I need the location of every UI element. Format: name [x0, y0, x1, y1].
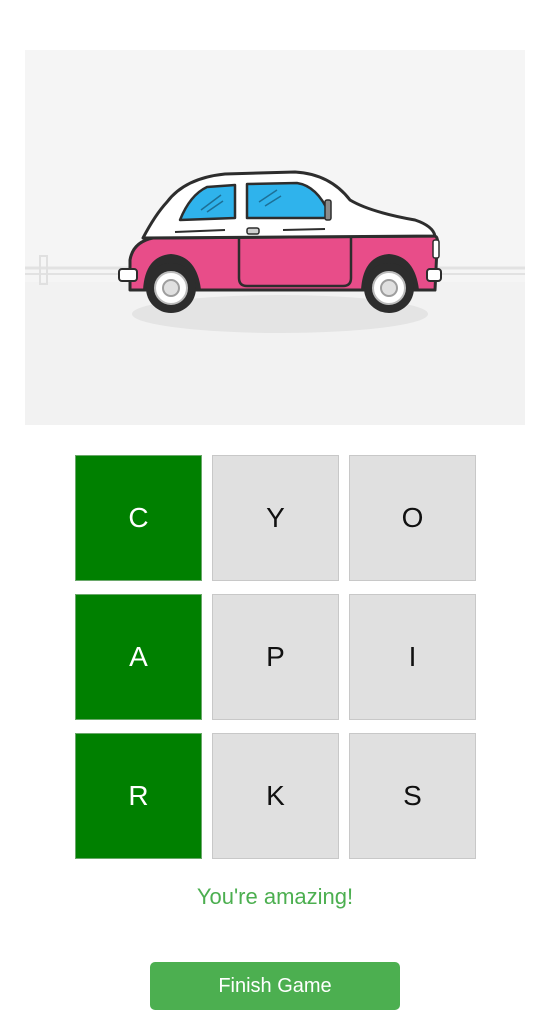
letter-tile[interactable]: O: [349, 455, 476, 581]
letter-tile[interactable]: K: [212, 733, 339, 859]
letter-tile[interactable]: P: [212, 594, 339, 720]
letter-tile[interactable]: C: [75, 455, 202, 581]
letter-grid: C Y O A P I R K S: [75, 455, 477, 859]
letter-tile[interactable]: R: [75, 733, 202, 859]
game-screen: C Y O A P I R K S You're amazing! Finish…: [0, 0, 550, 1035]
letter-tile[interactable]: S: [349, 733, 476, 859]
letter-tile[interactable]: I: [349, 594, 476, 720]
puzzle-image: [25, 50, 525, 425]
letter-tile[interactable]: Y: [212, 455, 339, 581]
success-message: You're amazing!: [196, 884, 354, 909]
car-illustration: [25, 170, 525, 425]
finish-game-button[interactable]: Finish Game: [150, 962, 400, 1010]
letter-tile[interactable]: A: [75, 594, 202, 720]
